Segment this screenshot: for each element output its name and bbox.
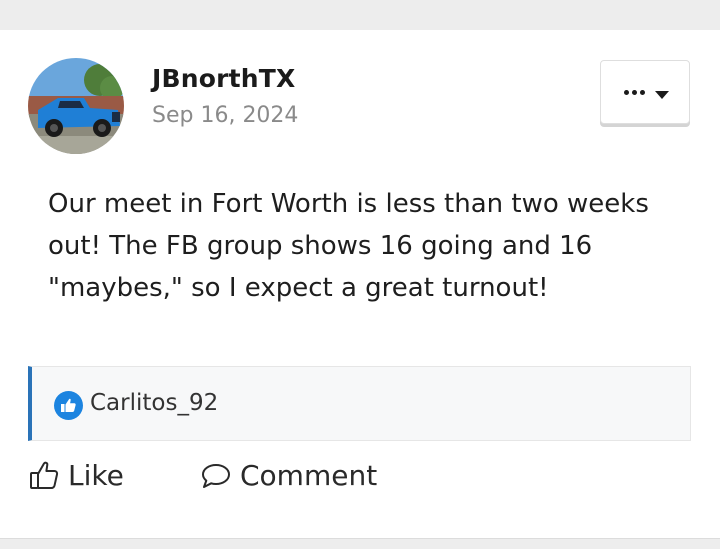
like-reaction-icon [54,391,83,420]
post-date[interactable]: Sep 16, 2024 [152,103,298,128]
avatar[interactable] [28,58,124,154]
bottom-divider [0,538,720,549]
truck-photo-icon [28,58,124,154]
caret-down-icon [655,91,669,99]
post-options-button[interactable] [600,60,690,124]
reactions-bar[interactable]: Carlitos_92 [28,366,691,441]
author-name[interactable]: JBnorthTX [152,64,296,93]
reactor-name[interactable]: Carlitos_92 [90,390,218,416]
top-divider [0,0,720,31]
like-label: Like [68,458,124,492]
like-button[interactable]: Like [28,455,124,495]
comment-button[interactable]: Comment [200,455,377,495]
comment-label: Comment [240,458,378,492]
thumbs-up-icon [30,461,59,489]
post-card: JBnorthTX Sep 16, 2024 Our meet in Fort … [0,30,720,538]
speech-bubble-icon [202,464,230,488]
post-body: Our meet in Fort Worth is less than two … [48,189,649,303]
more-dots-icon [624,90,645,95]
